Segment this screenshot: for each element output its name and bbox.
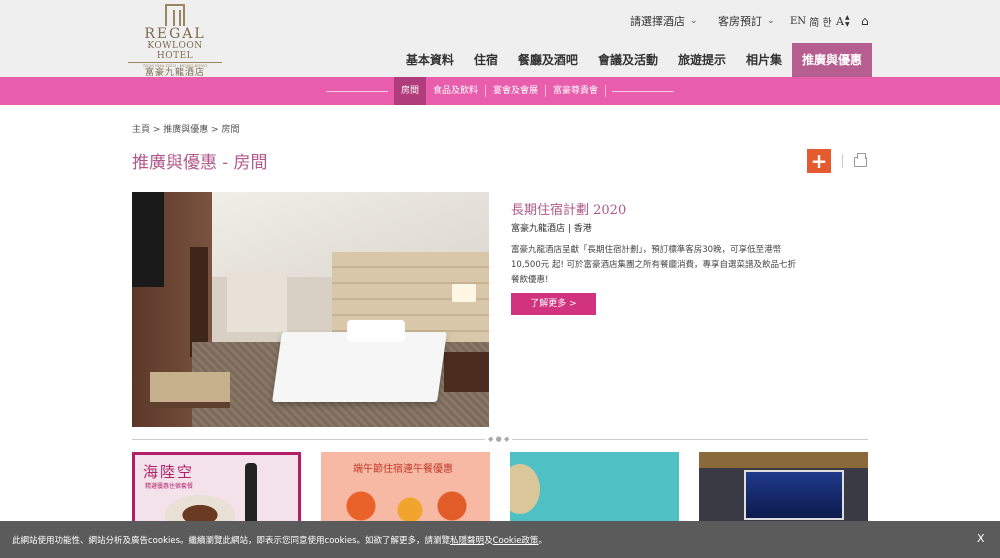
chevron-down-icon: ⌄: [767, 16, 775, 26]
thumbnail-title: 端午節住宿連午餐優惠: [353, 464, 453, 475]
cookie-banner: 此網站使用功能性、網站分析及廣告cookies。繼續瀏覽此網站，即表示您同意使用…: [0, 521, 1000, 558]
hotel-logo[interactable]: REGAL KOWLOON HOTEL TSIM SHA TSUI · HONG…: [128, 4, 222, 78]
tv-shape: [132, 192, 164, 287]
privacy-link[interactable]: 私隱聲明: [450, 536, 484, 546]
feature-image[interactable]: [132, 192, 489, 427]
toolbar-divider: [842, 154, 843, 168]
close-cookie-button[interactable]: X: [977, 532, 985, 545]
divider-ornament: ◆ ● ◆: [485, 436, 513, 443]
main-nav: 基本資料 住宿 餐廳及酒吧 會議及活動 旅遊提示 相片集 推廣與優惠: [396, 43, 872, 77]
hotel-select-label: 請選擇酒店: [630, 15, 685, 28]
offer-thumbnail[interactable]: [510, 452, 679, 532]
add-button[interactable]: +: [807, 149, 831, 173]
offer-thumbnail[interactable]: 海陸空 精選優惠住宿套餐: [132, 452, 301, 532]
nav-item-rooms[interactable]: 住宿: [464, 43, 508, 77]
lang-sc-link[interactable]: 简: [809, 14, 819, 29]
booking-dropdown[interactable]: 客房預訂 ⌄: [718, 12, 775, 30]
feature-subtitle: 富豪九龍酒店 | 香港: [511, 224, 592, 234]
language-switcher: EN 简 한: [790, 12, 832, 30]
logo-text-regal: REGAL: [144, 26, 206, 42]
font-size-button[interactable]: A ▲ ▼: [836, 12, 850, 30]
learn-more-button[interactable]: 了解更多 >: [511, 293, 596, 315]
chevron-down-icon: ⌄: [690, 16, 698, 26]
thumbnail-title: 海陸空: [143, 463, 195, 481]
breadcrumb[interactable]: 主頁 > 推廣與優惠 > 房間: [132, 122, 240, 135]
subnav-item-rooms[interactable]: 房間: [393, 77, 426, 105]
thumbnail-subtitle: 精選優惠住宿套餐: [145, 483, 194, 490]
subnav-divider-right: [612, 90, 675, 92]
lang-en-link[interactable]: EN: [790, 16, 806, 27]
hotel-select-dropdown[interactable]: 請選擇酒店 ⌄: [630, 12, 698, 30]
cookie-message: 此網站使用功能性、網站分析及廣告cookies。繼續瀏覽此網站，即表示您同意使用…: [12, 536, 547, 546]
subnav-item-food[interactable]: 食品及飲料: [426, 85, 486, 97]
print-icon[interactable]: [854, 153, 867, 167]
offer-thumbnail[interactable]: [699, 452, 868, 532]
offer-thumbnail[interactable]: 端午節住宿連午餐優惠: [321, 452, 490, 532]
feature-title[interactable]: 長期住宿計劃 2020: [511, 199, 626, 218]
cookie-policy-link[interactable]: Cookie政策: [493, 536, 539, 546]
home-icon[interactable]: ⌂: [861, 12, 869, 30]
nav-item-dining[interactable]: 餐廳及酒吧: [508, 43, 588, 77]
nav-item-travel[interactable]: 旅遊提示: [668, 43, 736, 77]
page-title: 推廣與優惠 - 房間: [132, 153, 268, 173]
nav-item-info[interactable]: 基本資料: [396, 43, 464, 77]
font-size-arrows-icon: ▲ ▼: [844, 14, 850, 28]
logo-text-hotel: KOWLOON HOTEL: [147, 41, 203, 61]
site-header: REGAL KOWLOON HOTEL TSIM SHA TSUI · HONG…: [0, 0, 1000, 78]
subnav-divider-left: [325, 90, 388, 92]
bed-shape: [272, 332, 447, 402]
nav-item-offers[interactable]: 推廣與優惠: [791, 43, 872, 77]
logo-mark-icon: [165, 4, 185, 26]
nav-item-gallery[interactable]: 相片集: [736, 43, 792, 77]
subnav-item-banquet[interactable]: 宴會及會展: [486, 85, 547, 97]
subnav-item-club[interactable]: 富豪尊貴會: [546, 85, 607, 97]
lang-ko-link[interactable]: 한: [822, 14, 831, 29]
booking-label: 客房預訂: [718, 15, 762, 28]
font-size-label: A: [836, 14, 844, 28]
nav-item-meetings[interactable]: 會議及活動: [588, 43, 668, 77]
offers-subnav: 房間 食品及飲料 宴會及會展 富豪尊貴會: [0, 77, 1000, 105]
feature-description: 富豪九龍酒店呈獻「長期住宿計劃」，預訂標準客房30晚，可享低至港幣10,500元…: [511, 245, 797, 285]
